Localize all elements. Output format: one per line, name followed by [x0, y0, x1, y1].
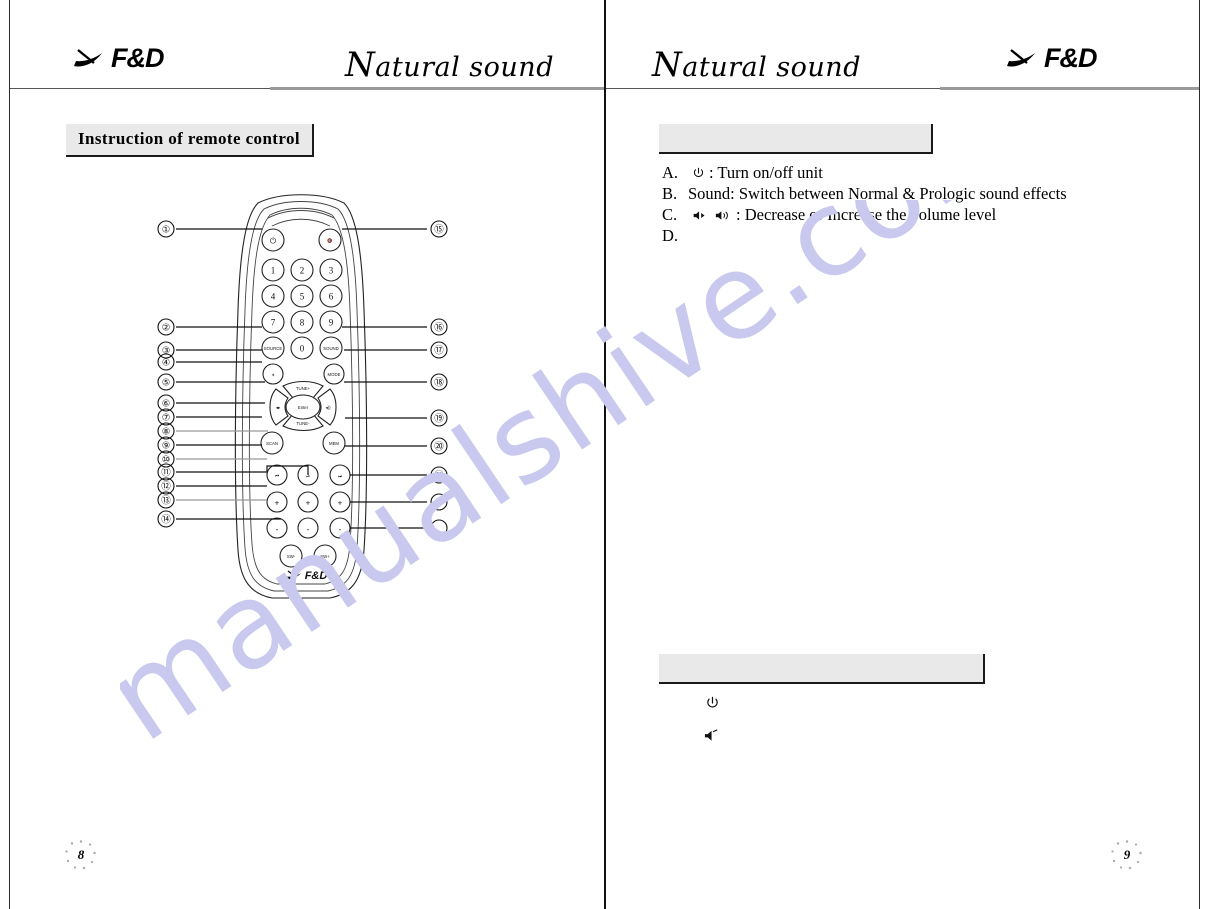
instruction-key-b: B. — [662, 184, 678, 203]
remote-control-diagram: .bd{fill:none;stroke:#222;stroke-width:1… — [150, 190, 480, 620]
tagline-left-rest: atural sound — [375, 52, 554, 83]
svg-text:1: 1 — [271, 266, 276, 276]
brand-logo-left: F&D — [72, 45, 164, 72]
svg-text:TUNE-: TUNE- — [296, 421, 310, 426]
svg-text:◂)): ◂)) — [325, 405, 331, 410]
svg-text:MEM: MEM — [329, 441, 339, 446]
svg-text:✶: ✶ — [271, 373, 275, 378]
svg-text:①: ① — [162, 225, 171, 236]
instruction-key-d: D. — [662, 226, 679, 245]
svg-text:⑲: ⑲ — [434, 414, 444, 425]
page-number-right-value: 9 — [1123, 847, 1131, 862]
svg-text:0: 0 — [300, 344, 305, 354]
page-divider — [604, 0, 606, 909]
svg-text:SOUND: SOUND — [323, 346, 339, 351]
brand-logo-text-left: F&D — [111, 43, 164, 73]
page-number-right: 9 — [1110, 838, 1144, 872]
svg-text:⏭: ⏭ — [338, 474, 342, 479]
svg-text:⑬: ⑬ — [161, 496, 171, 507]
svg-text:Enter: Enter — [298, 405, 309, 410]
svg-text:②: ② — [162, 323, 171, 334]
svg-text:+: + — [306, 499, 311, 508]
svg-text:+: + — [275, 499, 280, 508]
svg-text:-: - — [276, 525, 279, 534]
title-box-bottom-right — [659, 654, 985, 684]
svg-text:⑭: ⑭ — [161, 515, 171, 526]
svg-text:⑨: ⑨ — [162, 441, 171, 452]
svg-text:⑯: ⑯ — [434, 323, 444, 334]
svg-text:⑳: ⑳ — [434, 442, 444, 453]
svg-text:⑱: ⑱ — [434, 378, 444, 389]
svg-text:+: + — [338, 499, 343, 508]
svg-text:④: ④ — [162, 358, 171, 369]
bottom-power-icon — [705, 696, 720, 716]
instruction-key-c: C. — [662, 205, 678, 224]
svg-text:⑥: ⑥ — [162, 399, 171, 410]
instruction-text-b: Sound: Switch between Normal & Prologic … — [688, 184, 1067, 203]
page-border-left — [9, 0, 10, 909]
title-box-top-right — [659, 124, 933, 154]
header-rule-left-thick — [270, 87, 604, 90]
instruction-list: A. : Turn on/off unit B. Sound: Switch b… — [662, 162, 1067, 246]
svg-text:-: - — [307, 525, 310, 534]
volume-decrease-icon — [692, 206, 707, 227]
tagline-left-cap: N — [345, 45, 376, 85]
instruction-text-a: : Turn on/off unit — [709, 163, 823, 182]
brand-logo-text-right: F&D — [1044, 43, 1097, 73]
fd-swoosh-icon — [74, 48, 102, 66]
svg-text:2: 2 — [300, 266, 305, 276]
bottom-mute-icon — [704, 728, 721, 749]
section-title-instruction-of-remote-control: Instruction of remote control — [66, 124, 315, 157]
svg-text:8: 8 — [300, 318, 305, 328]
brand-logo-right: F&D — [1005, 45, 1097, 72]
svg-text:4: 4 — [271, 292, 276, 302]
tagline-right: Natural sound — [652, 45, 861, 85]
svg-text:7: 7 — [271, 318, 276, 328]
instruction-text-c: : Decrease or Increase the volume level — [736, 205, 997, 224]
tagline-right-cap: N — [652, 45, 683, 85]
svg-text:◂▸: ◂▸ — [276, 405, 280, 410]
page-number-left-value: 8 — [77, 847, 85, 862]
svg-text:⑫: ⑫ — [161, 482, 171, 493]
svg-text:SOURCE: SOURCE — [264, 346, 283, 351]
svg-text:⑰: ⑰ — [434, 346, 444, 357]
svg-text:SCAN: SCAN — [266, 441, 278, 446]
svg-text:⑮: ⑮ — [434, 225, 444, 236]
instruction-item-c: C. : Decrease or Increase the volume lev… — [662, 204, 1067, 225]
instruction-item-b: B. Sound: Switch between Normal & Prolog… — [662, 183, 1067, 204]
svg-text:⏻: ⏻ — [270, 237, 277, 246]
tagline-right-rest: atural sound — [682, 52, 861, 83]
svg-text:9: 9 — [329, 318, 334, 328]
svg-text:TUNE+: TUNE+ — [296, 386, 311, 391]
svg-text:3: 3 — [329, 266, 334, 276]
volume-increase-icon — [715, 206, 732, 227]
svg-text:5: 5 — [300, 292, 305, 302]
instruction-item-d: D. — [662, 225, 1067, 246]
svg-text:⑧: ⑧ — [162, 427, 171, 438]
page-border-right — [1199, 0, 1200, 909]
svg-text:-: - — [339, 525, 342, 534]
instruction-item-a: A. : Turn on/off unit — [662, 162, 1067, 183]
svg-text:⑤: ⑤ — [162, 378, 171, 389]
tagline-left: Natural sound — [345, 45, 554, 85]
header-rule-right-thin — [606, 88, 941, 89]
svg-text:MODE: MODE — [328, 372, 341, 377]
instruction-key-a: A. — [662, 163, 679, 182]
svg-text:⑪: ⑪ — [161, 468, 171, 479]
svg-text:⑦: ⑦ — [162, 413, 171, 424]
svg-text:㉑: ㉑ — [434, 471, 444, 482]
fd-swoosh-icon-right — [1007, 48, 1035, 66]
header-rule-right-thick — [940, 87, 1199, 90]
svg-text:⏮: ⏮ — [275, 474, 279, 479]
svg-text:6: 6 — [329, 292, 334, 302]
svg-text:SW+: SW+ — [320, 554, 330, 559]
svg-text:🔇: 🔇 — [327, 238, 333, 243]
svg-text:F&D: F&D — [305, 570, 328, 582]
page-number-left: 8 — [64, 838, 98, 872]
power-icon — [692, 164, 705, 185]
svg-text:SW-: SW- — [287, 554, 296, 559]
header-rule-left-thin — [10, 88, 272, 89]
